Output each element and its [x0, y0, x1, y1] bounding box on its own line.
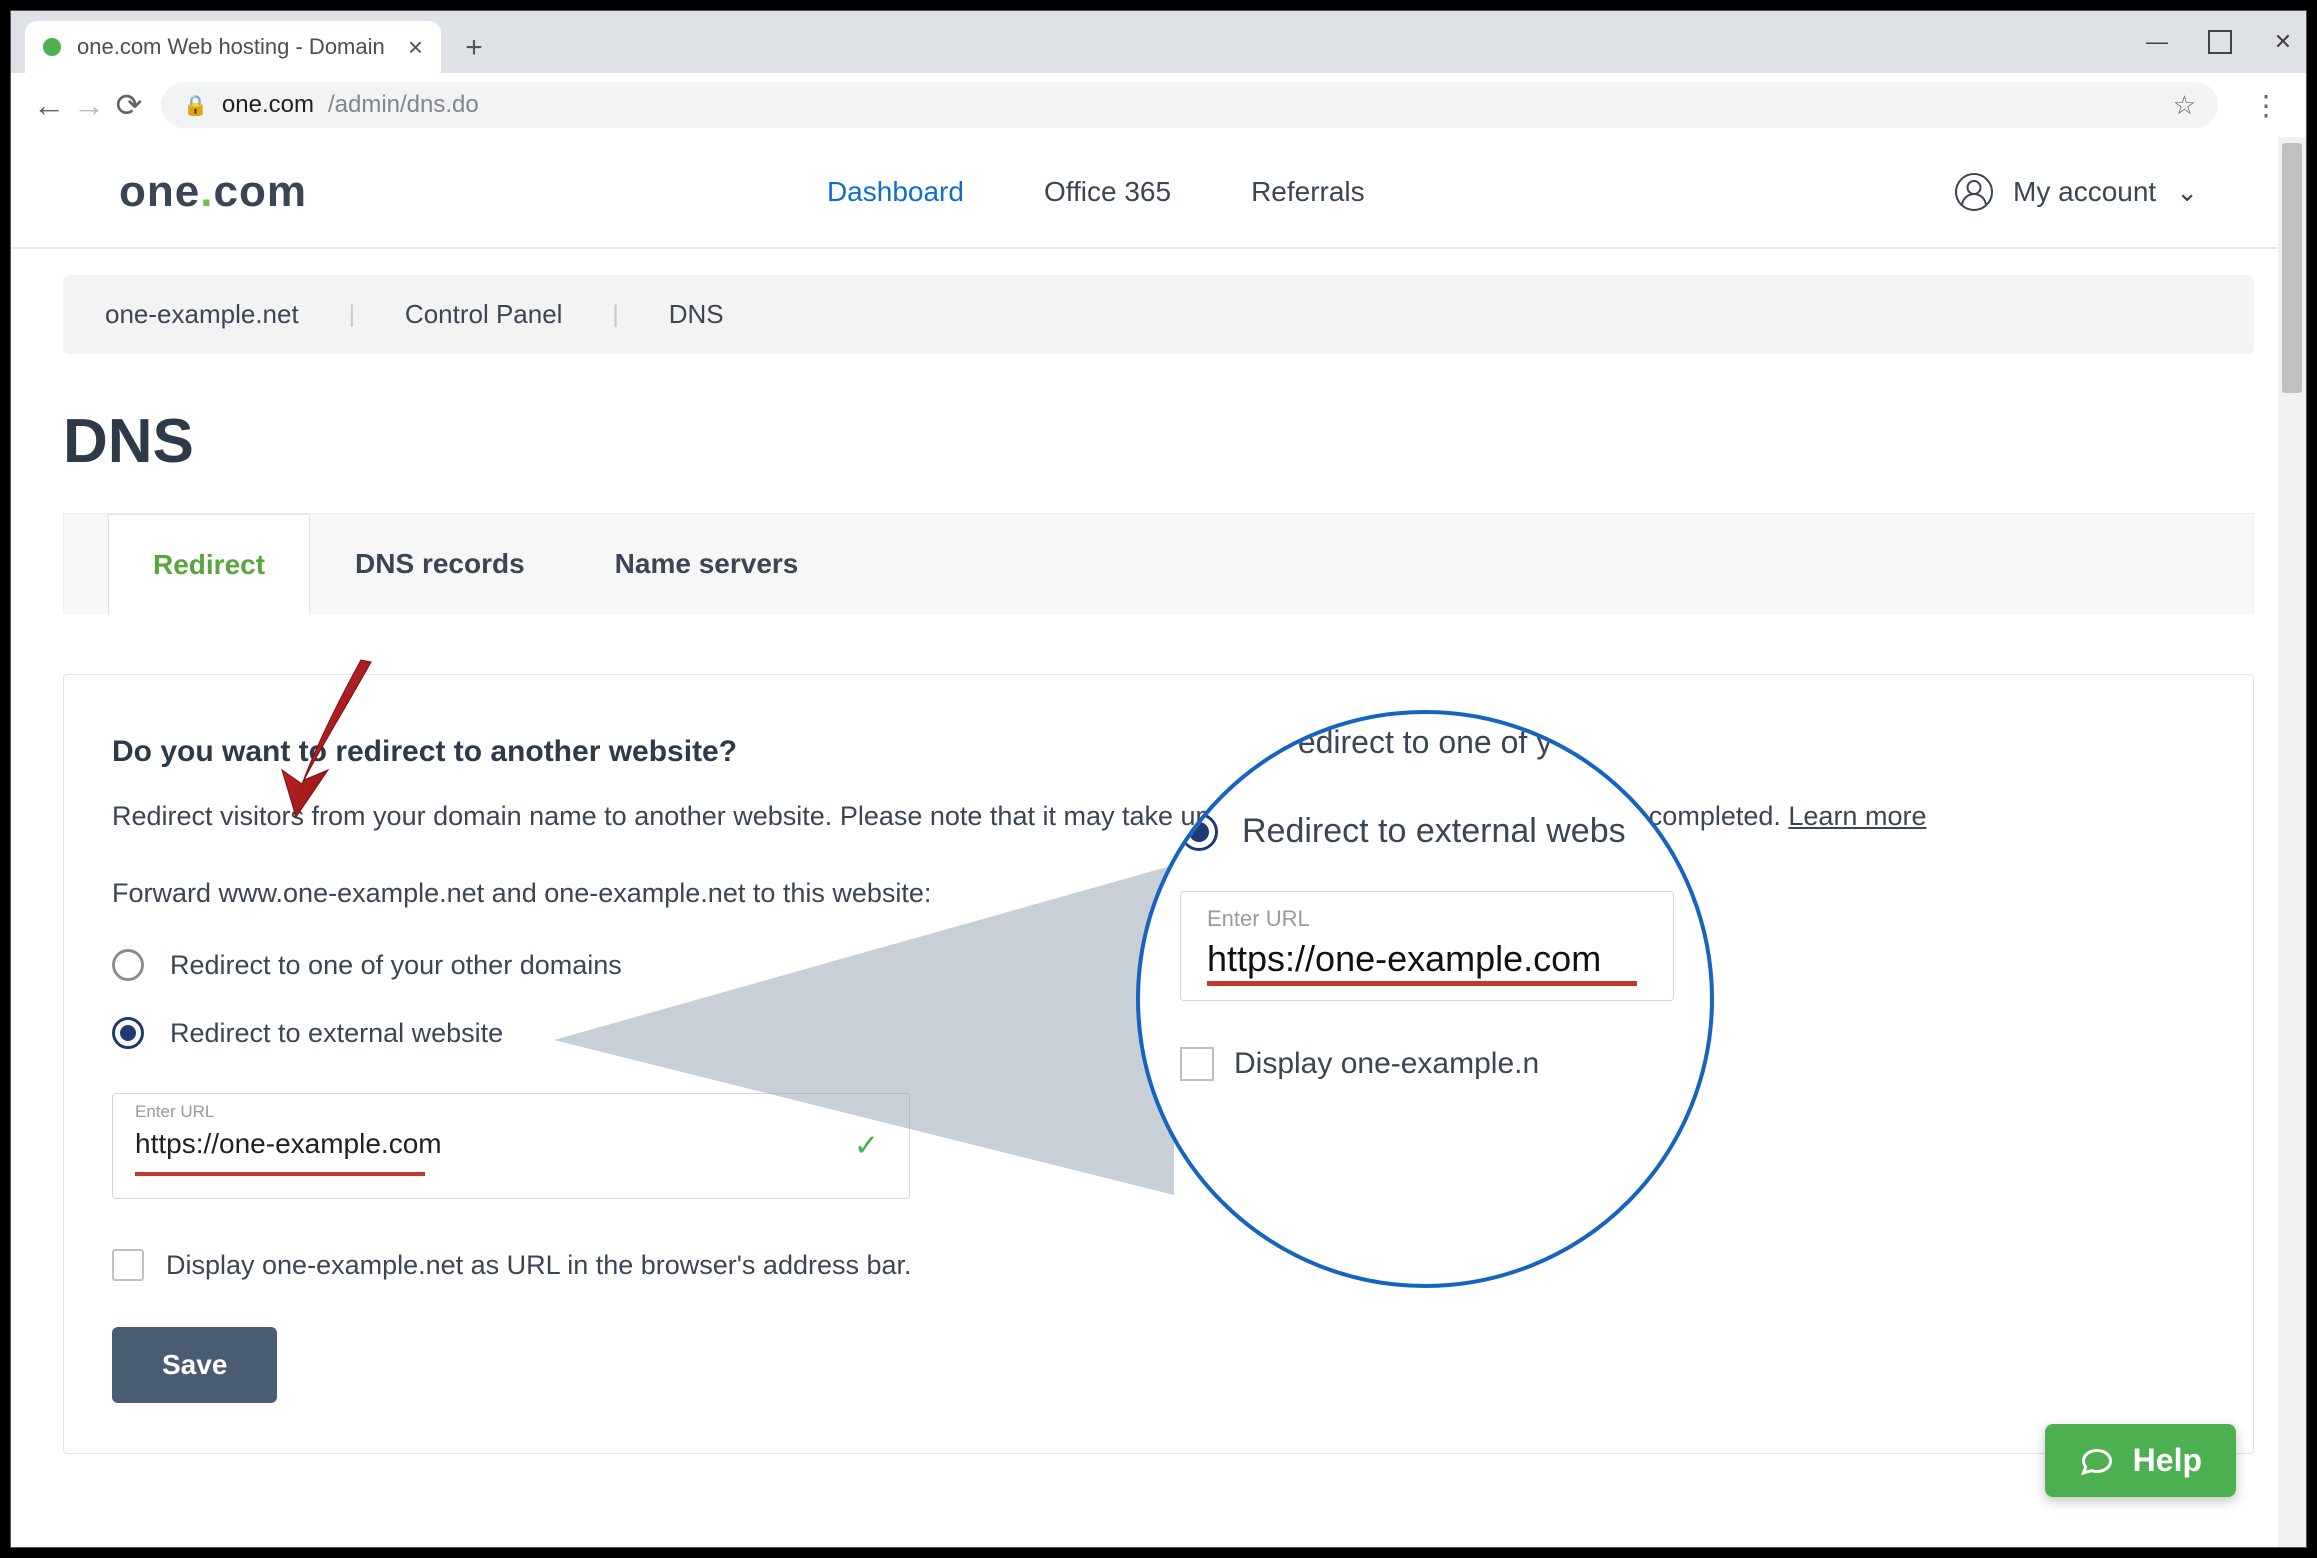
- tab-favicon-icon: [43, 38, 61, 56]
- radio-selected-icon: [1180, 813, 1218, 851]
- display-url-label: Display one-example.net as URL in the br…: [166, 1250, 912, 1281]
- primary-nav: Dashboard Office 365 Referrals: [827, 176, 1365, 208]
- tab-title: one.com Web hosting - Domain: [77, 34, 385, 60]
- help-button[interactable]: Help: [2045, 1424, 2236, 1497]
- reload-button[interactable]: ⟳: [109, 86, 149, 124]
- checkbox-icon[interactable]: [112, 1249, 144, 1281]
- radio-selected-icon: [112, 1017, 144, 1049]
- url-input[interactable]: [135, 1122, 735, 1160]
- zoom-url-value: https://one-example.com: [1207, 932, 1647, 980]
- lock-icon: 🔒: [183, 93, 208, 118]
- new-tab-button[interactable]: +: [449, 23, 499, 73]
- nav-dashboard[interactable]: Dashboard: [827, 176, 964, 208]
- zoom-top-fragment: edirect to one of y: [1140, 724, 1710, 761]
- radio-external-label: Redirect to external website: [170, 1018, 503, 1049]
- zoom-url-label: Enter URL: [1207, 906, 1647, 932]
- zoom-url-field: Enter URL https://one-example.com: [1180, 891, 1674, 1001]
- breadcrumb-dns[interactable]: DNS: [669, 299, 724, 330]
- tab-name-servers[interactable]: Name servers: [570, 514, 844, 614]
- site-header: one.com Dashboard Office 365 Referrals M…: [11, 137, 2306, 249]
- url-input-box[interactable]: Enter URL ✓: [112, 1093, 910, 1199]
- checkbox-icon: [1180, 1047, 1214, 1081]
- browser-tabstrip: one.com Web hosting - Domain × + — ✕: [11, 11, 2306, 73]
- zoom-display-label: Display one-example.n: [1234, 1047, 1539, 1081]
- annotation-underline-icon: [135, 1172, 425, 1176]
- dns-tabs: Redirect DNS records Name servers: [63, 513, 2254, 614]
- address-bar[interactable]: 🔒 one.com/admin/dns.do ☆: [161, 82, 2218, 128]
- onecom-logo[interactable]: one.com: [119, 167, 307, 217]
- browser-menu-icon[interactable]: ⋮: [2252, 89, 2280, 122]
- bookmark-star-icon[interactable]: ☆: [2173, 90, 2196, 121]
- url-path: /admin/dns.do: [328, 91, 479, 119]
- radio-icon: [112, 949, 144, 981]
- breadcrumb-domain[interactable]: one-example.net: [105, 299, 299, 330]
- zoom-display-checkbox: Display one-example.n: [1180, 1047, 1670, 1081]
- close-window-icon[interactable]: ✕: [2270, 29, 2296, 55]
- account-dropdown[interactable]: My account ⌄: [1955, 173, 2198, 211]
- save-button[interactable]: Save: [112, 1327, 277, 1403]
- annotation-zoom-lens: edirect to one of y Redirect to external…: [1136, 710, 1714, 1288]
- browser-toolbar: ← → ⟳ 🔒 one.com/admin/dns.do ☆ ⋮: [11, 73, 2306, 138]
- back-button[interactable]: ←: [29, 87, 69, 124]
- nav-referrals[interactable]: Referrals: [1251, 176, 1365, 208]
- tab-redirect[interactable]: Redirect: [108, 514, 310, 615]
- breadcrumb: one-example.net | Control Panel | DNS: [63, 275, 2254, 354]
- learn-more-link[interactable]: Learn more: [1788, 801, 1926, 831]
- tab-dns-records[interactable]: DNS records: [310, 514, 570, 614]
- nav-office365[interactable]: Office 365: [1044, 176, 1171, 208]
- url-input-label: Enter URL: [135, 1102, 887, 1122]
- page-viewport: one.com Dashboard Office 365 Referrals M…: [11, 137, 2306, 1547]
- account-label: My account: [2013, 176, 2156, 208]
- breadcrumb-sep: |: [612, 301, 618, 329]
- annotation-arrow-icon: [276, 652, 396, 822]
- chevron-down-icon: ⌄: [2176, 177, 2198, 208]
- zoom-underline-icon: [1207, 981, 1637, 986]
- vertical-scrollbar[interactable]: [2278, 137, 2306, 1547]
- window-controls: — ✕: [2144, 11, 2296, 73]
- maximize-icon[interactable]: [2208, 30, 2232, 54]
- breadcrumb-sep: |: [349, 301, 355, 329]
- radio-other-label: Redirect to one of your other domains: [170, 950, 622, 981]
- browser-tab[interactable]: one.com Web hosting - Domain ×: [25, 21, 441, 73]
- page-title: DNS: [63, 406, 2254, 477]
- user-icon: [1955, 173, 1993, 211]
- breadcrumb-control-panel[interactable]: Control Panel: [405, 299, 563, 330]
- url-host: one.com: [222, 91, 314, 119]
- forward-button[interactable]: →: [69, 87, 109, 124]
- zoom-radio-label: Redirect to external webs: [1242, 812, 1626, 851]
- close-icon[interactable]: ×: [408, 32, 423, 63]
- chat-icon: [2079, 1443, 2115, 1479]
- minimize-icon[interactable]: —: [2144, 29, 2170, 55]
- zoom-radio-external: Redirect to external webs: [1180, 812, 1670, 851]
- help-label: Help: [2133, 1442, 2202, 1479]
- valid-check-icon: ✓: [854, 1129, 879, 1164]
